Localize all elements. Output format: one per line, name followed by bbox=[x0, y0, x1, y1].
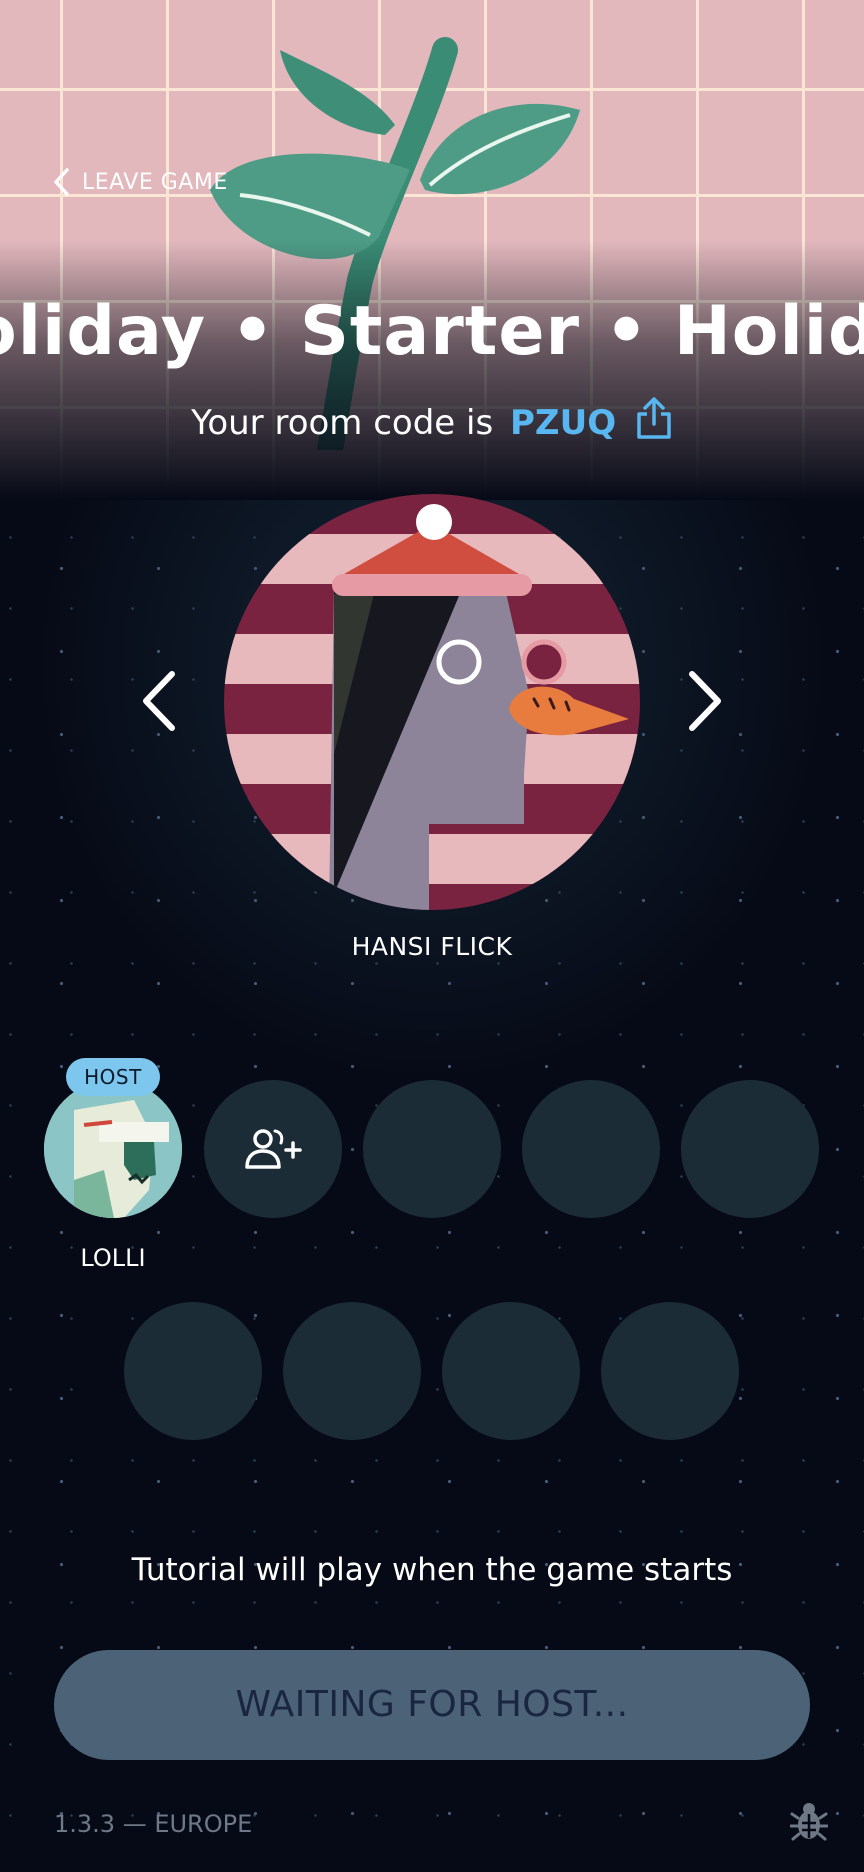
host-badge: HOST bbox=[66, 1058, 160, 1096]
player-slot-host: HOST bbox=[44, 1058, 182, 1218]
share-room-code-button[interactable] bbox=[635, 396, 673, 449]
host-player-name: LOLLI bbox=[80, 1244, 146, 1272]
avatar-name: HANSI FLICK bbox=[351, 932, 513, 961]
empty-player-slot bbox=[522, 1080, 660, 1218]
chevron-left-icon bbox=[54, 168, 69, 196]
room-code[interactable]: PZUQ bbox=[510, 403, 616, 443]
selected-avatar bbox=[224, 494, 640, 910]
report-bug-button[interactable] bbox=[789, 1800, 829, 1846]
chevron-left-icon bbox=[143, 671, 175, 731]
previous-avatar-button[interactable] bbox=[138, 668, 180, 738]
pack-title-marquee: oliday • Starter • Holid bbox=[0, 292, 864, 371]
empty-player-slot bbox=[283, 1302, 421, 1440]
empty-player-slot bbox=[363, 1080, 501, 1218]
tutorial-notice: Tutorial will play when the game starts bbox=[131, 1552, 733, 1588]
snowman-character-portrait bbox=[224, 494, 640, 910]
bug-icon bbox=[789, 1803, 829, 1841]
invite-player-button[interactable] bbox=[204, 1080, 342, 1218]
empty-player-slot bbox=[601, 1302, 739, 1440]
room-code-prefix: Your room code is bbox=[191, 403, 494, 443]
empty-player-slot bbox=[124, 1302, 262, 1440]
empty-player-slot bbox=[442, 1302, 580, 1440]
empty-player-slot bbox=[681, 1080, 819, 1218]
host-avatar bbox=[44, 1080, 182, 1218]
next-avatar-button[interactable] bbox=[684, 668, 726, 738]
share-icon bbox=[637, 397, 671, 439]
add-user-icon bbox=[245, 1129, 302, 1169]
player-avatar-image bbox=[44, 1080, 182, 1218]
waiting-for-host-button[interactable]: WAITING FOR HOST... bbox=[54, 1650, 810, 1760]
chevron-right-icon bbox=[689, 671, 721, 731]
room-code-line: Your room code is PZUQ bbox=[0, 396, 864, 449]
version-region-label: 1.3.3 — EUROPE bbox=[54, 1810, 253, 1838]
leave-game-label: LEAVE GAME bbox=[82, 169, 228, 195]
leave-game-button[interactable]: LEAVE GAME bbox=[52, 164, 228, 200]
